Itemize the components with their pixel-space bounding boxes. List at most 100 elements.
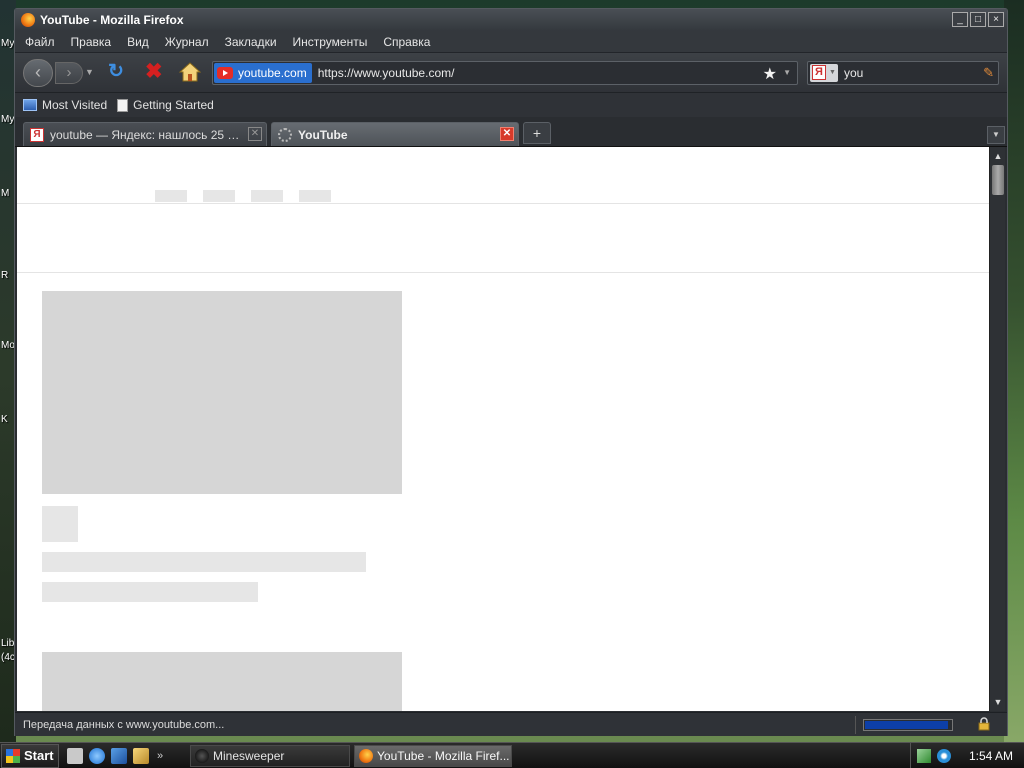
search-go-icon[interactable]: ✎ — [983, 65, 994, 81]
security-icon[interactable] — [937, 749, 951, 763]
taskbar-item-firefox[interactable]: YouTube - Mozilla Firef... — [354, 745, 512, 767]
menu-view[interactable]: Вид — [127, 35, 149, 49]
desktop-icon-label[interactable]: R — [1, 270, 8, 281]
search-input[interactable]: you — [844, 66, 863, 80]
taskbar-item-label: Minesweeper — [213, 749, 285, 763]
clock[interactable]: 1:54 AM — [969, 749, 1013, 763]
menu-tools[interactable]: Инструменты — [293, 35, 368, 49]
status-text: Передача данных с www.youtube.com... — [23, 718, 225, 731]
divider — [17, 203, 989, 204]
menu-file[interactable]: Файл — [25, 35, 55, 49]
skeleton-nav-item — [251, 190, 283, 202]
desktop-icon-label[interactable]: My — [1, 114, 14, 125]
menu-bar: Файл Правка Вид Журнал Закладки Инструме… — [15, 31, 1007, 53]
url-dropdown-icon[interactable]: ▼ — [783, 68, 791, 77]
bookmark-most-visited[interactable]: Most Visited — [23, 98, 107, 112]
history-dropdown-icon[interactable]: ▼ — [85, 67, 94, 77]
reload-button[interactable]: ↻ — [108, 62, 124, 82]
loading-spinner-icon — [278, 127, 292, 142]
start-label: Start — [24, 748, 54, 763]
desktop-icon-label[interactable]: (4c — [1, 652, 15, 663]
youtube-favicon-icon — [217, 67, 233, 79]
menu-help[interactable]: Справка — [383, 35, 430, 49]
engine-dropdown-icon: ▼ — [829, 69, 836, 76]
scroll-thumb[interactable] — [992, 165, 1004, 195]
menu-bookmarks[interactable]: Закладки — [225, 35, 277, 49]
home-icon[interactable] — [179, 62, 201, 82]
lock-icon[interactable] — [977, 717, 991, 731]
tab-close-icon[interactable]: ✕ — [248, 127, 262, 141]
internet-explorer-icon[interactable] — [89, 747, 105, 764]
skeleton-nav-item — [299, 190, 331, 202]
bookmark-getting-started[interactable]: Getting Started — [117, 98, 214, 112]
desktop-icon-label[interactable]: K — [1, 414, 8, 425]
skeleton-nav-item — [155, 190, 187, 202]
new-tab-button[interactable]: + — [523, 122, 551, 144]
network-icon[interactable] — [917, 749, 931, 763]
page-icon — [117, 98, 129, 112]
tab-strip: Я youtube — Яндекс: нашлось 25 млн о... … — [15, 117, 1007, 147]
minesweeper-icon — [195, 749, 209, 763]
search-engine-selector[interactable]: Я ▼ — [810, 64, 838, 82]
tab-label: youtube — Яндекс: нашлось 25 млн о... — [50, 127, 246, 142]
desktop-icon-label[interactable]: Lib — [1, 638, 14, 649]
firefox-icon — [21, 13, 35, 27]
back-button[interactable]: ‹ — [23, 59, 53, 87]
stop-button[interactable]: ✖ — [145, 61, 163, 83]
bookmark-label: Most Visited — [42, 98, 108, 112]
tab-label: YouTube — [298, 127, 348, 142]
page-content[interactable] — [17, 147, 989, 711]
quick-launch-more-icon[interactable]: » — [157, 750, 163, 762]
scroll-up-icon[interactable]: ▲ — [992, 149, 1004, 163]
search-bar[interactable]: Я ▼ you ✎ — [807, 61, 999, 85]
divider — [17, 272, 989, 273]
window-controls: _ □ × — [952, 12, 1004, 27]
scroll-down-icon[interactable]: ▼ — [992, 695, 1004, 709]
menu-history[interactable]: Журнал — [165, 35, 209, 49]
skeleton-meta-line — [42, 582, 258, 602]
taskbar-item-label: YouTube - Mozilla Firef... — [377, 749, 510, 763]
site-identity-label: youtube.com — [238, 66, 307, 80]
system-tray: 1:54 AM — [910, 743, 1024, 768]
menu-edit[interactable]: Правка — [71, 35, 112, 49]
navigation-toolbar: ‹ › ▼ ↻ ✖ youtube.com https://www.youtub… — [15, 53, 1007, 93]
url-input[interactable]: https://www.youtube.com/ — [318, 66, 455, 80]
status-bar: Передача данных с www.youtube.com... — [15, 712, 1007, 736]
taskbar: Start » Minesweeper YouTube - Mozilla Fi… — [0, 742, 1024, 768]
outlook-express-icon[interactable] — [111, 747, 127, 764]
site-identity-badge[interactable]: youtube.com — [214, 63, 312, 83]
taskbar-item-minesweeper[interactable]: Minesweeper — [190, 745, 350, 767]
skeleton-nav-item — [203, 190, 235, 202]
forward-button[interactable]: › — [55, 62, 83, 84]
quick-launch: » — [67, 747, 163, 764]
desktop-icon-label[interactable]: Mo — [1, 340, 15, 351]
window-title: YouTube - Mozilla Firefox — [40, 13, 184, 27]
progress-fill — [865, 721, 948, 729]
tab-list-dropdown-icon[interactable]: ▼ — [987, 126, 1005, 144]
maximize-button[interactable]: □ — [970, 12, 986, 27]
tab-youtube[interactable]: YouTube ✕ — [271, 122, 519, 146]
skeleton-title-line — [42, 552, 366, 572]
tab-close-icon[interactable]: ✕ — [500, 127, 514, 141]
windows-explorer-icon[interactable] — [133, 747, 149, 764]
address-bar[interactable]: youtube.com https://www.youtube.com/ ★ ▼ — [212, 61, 798, 85]
firefox-window: YouTube - Mozilla Firefox _ □ × Файл Пра… — [14, 8, 1008, 736]
desktop-icon-label[interactable]: My — [1, 38, 14, 49]
skeleton-channel-avatar — [42, 506, 78, 542]
bookmarks-toolbar: Most Visited Getting Started — [15, 93, 1007, 117]
close-button[interactable]: × — [988, 12, 1004, 27]
title-bar[interactable]: YouTube - Mozilla Firefox _ □ × — [15, 9, 1007, 31]
tab-yandex-search[interactable]: Я youtube — Яндекс: нашлось 25 млн о... … — [23, 122, 267, 146]
minimize-button[interactable]: _ — [952, 12, 968, 27]
vertical-scrollbar[interactable]: ▲ ▼ — [989, 147, 1005, 711]
desktop-icon-label[interactable]: M — [1, 188, 9, 199]
status-separator — [855, 716, 856, 734]
skeleton-video-thumbnail — [42, 291, 402, 494]
windows-logo-icon — [6, 748, 20, 763]
show-desktop-icon[interactable] — [67, 747, 83, 764]
start-button[interactable]: Start — [1, 743, 59, 768]
yandex-favicon-icon: Я — [30, 127, 44, 142]
bookmark-star-icon[interactable]: ★ — [763, 64, 777, 84]
skeleton-video-thumbnail — [42, 652, 402, 711]
loading-progress-bar — [863, 719, 953, 731]
